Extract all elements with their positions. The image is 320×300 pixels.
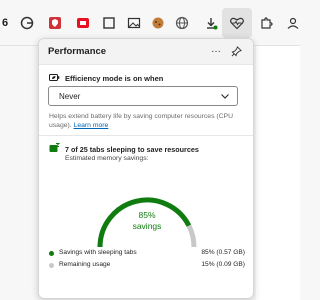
extensions-icon[interactable] — [257, 14, 275, 32]
legend-remaining-dot — [49, 263, 54, 268]
panel-header: Performance … — [39, 39, 253, 65]
sleeping-tabs-row: 7 of 25 tabs sleeping to save resources — [49, 143, 199, 155]
download-icon[interactable] — [202, 14, 220, 32]
chevron-down-icon — [220, 91, 230, 103]
legend-savings-label: Savings with sleeping tabs — [59, 249, 137, 256]
estimated-savings-label: Estimated memory savings: — [65, 155, 149, 162]
pin-icon[interactable] — [229, 44, 243, 58]
circle-g-icon[interactable] — [18, 14, 36, 32]
savings-word: savings — [132, 221, 162, 231]
legend-remaining-row: Remaining usage 15% (0.09 GB) — [49, 261, 245, 271]
more-options-button[interactable]: … — [209, 44, 223, 58]
performance-heart-icon[interactable] — [222, 8, 252, 38]
partial-tab-glyph: 6 — [1, 17, 9, 29]
page-background — [256, 46, 300, 300]
image-icon[interactable] — [125, 14, 143, 32]
profile-icon[interactable] — [284, 14, 302, 32]
memory-savings-gauge — [97, 197, 197, 247]
shield-red-icon[interactable] — [46, 14, 64, 32]
legend-savings-row: Savings with sleeping tabs 85% (0.57 GB) — [49, 249, 245, 259]
learn-more-link[interactable]: Learn more — [74, 122, 109, 129]
square-icon[interactable] — [100, 14, 118, 32]
slides-red-icon[interactable] — [74, 14, 92, 32]
efficiency-mode-value: Never — [59, 92, 81, 101]
legend-savings-value: 85% (0.57 GB) — [201, 249, 245, 256]
efficiency-help-text: Helps extend battery life by saving comp… — [49, 112, 245, 130]
section-divider — [39, 135, 253, 136]
globe-icon[interactable] — [173, 14, 191, 32]
efficiency-mode-label: Efficiency mode is on when — [65, 73, 164, 83]
performance-panel: Performance … Efficiency mode is on when… — [38, 38, 254, 299]
sleeping-tabs-icon — [49, 143, 61, 155]
panel-title: Performance — [48, 46, 107, 57]
savings-percent: 85% — [138, 210, 156, 220]
legend-savings-dot — [49, 251, 54, 256]
cookie-icon[interactable] — [149, 14, 167, 32]
efficiency-mode-row: Efficiency mode is on when — [49, 71, 163, 85]
partial-tab-icon[interactable]: 6 — [0, 14, 14, 32]
legend-remaining-value: 15% (0.09 GB) — [201, 261, 245, 268]
efficiency-mode-select[interactable]: Never — [48, 86, 238, 106]
legend-remaining-label: Remaining usage — [59, 261, 111, 268]
battery-leaf-icon — [49, 73, 60, 84]
sleeping-tabs-headline: 7 of 25 tabs sleeping to save resources — [65, 144, 199, 154]
